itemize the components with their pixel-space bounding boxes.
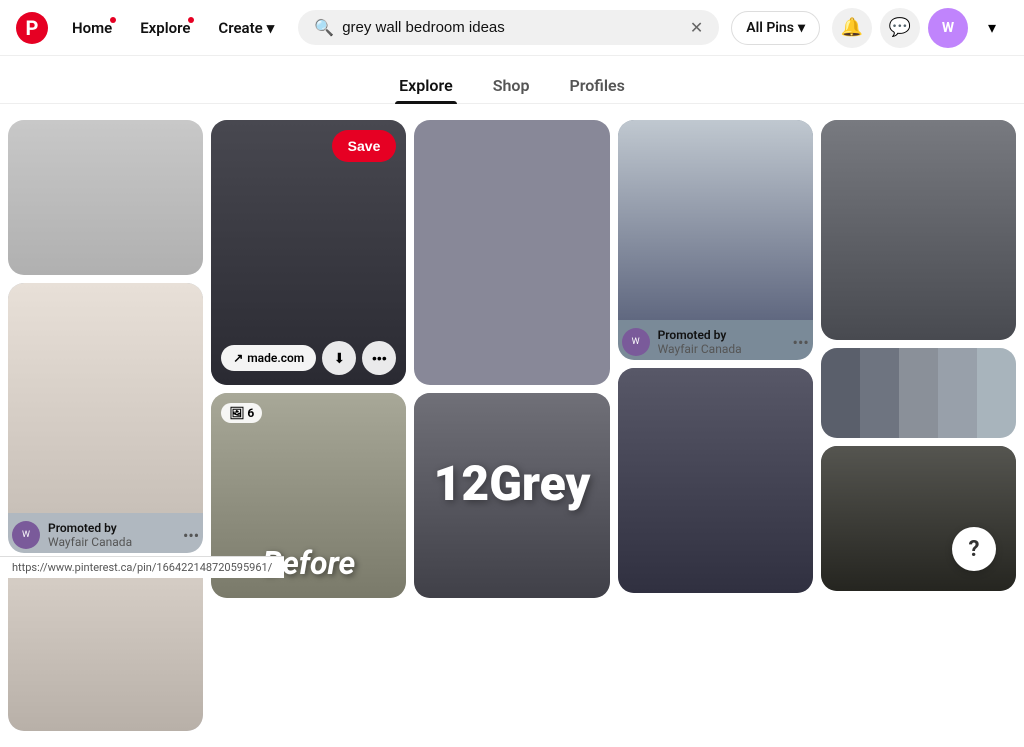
all-pins-dropdown[interactable]: All Pins ▾ xyxy=(731,11,820,45)
pin-card-swatches[interactable] xyxy=(821,348,1016,438)
search-bar: 🔍 ✕ xyxy=(298,10,719,45)
avatar-2: W xyxy=(622,328,650,356)
pin-meta: W Promoted by Wayfair Canada ••• xyxy=(8,513,203,553)
nav-links: Home Explore Create ▾ xyxy=(60,13,286,43)
tab-profiles[interactable]: Profiles xyxy=(565,68,628,103)
pin-card-light-1[interactable] xyxy=(414,120,609,385)
pin-meta-2: W Promoted by Wayfair Canada ••• xyxy=(618,320,813,360)
promoter-name: Wayfair Canada xyxy=(48,535,132,549)
chevron-down-icon: ▾ xyxy=(798,20,805,36)
pin-card[interactable] xyxy=(8,120,203,275)
search-tabs: Explore Shop Profiles xyxy=(0,56,1024,104)
url-text: https://www.pinterest.ca/pin/16642214872… xyxy=(12,561,272,574)
pin-bottom-bar: ↗ made.com ⬇ ••• xyxy=(221,341,396,375)
pinterest-logo[interactable]: P xyxy=(16,12,48,44)
pin-card-grey-text[interactable]: 12Grey xyxy=(414,393,609,598)
save-button[interactable]: Save xyxy=(332,130,397,162)
question-mark-badge: ? xyxy=(952,527,996,571)
source-domain: made.com xyxy=(247,351,304,365)
pin-source-link[interactable]: ↗ made.com xyxy=(221,345,316,371)
url-bar: https://www.pinterest.ca/pin/16642214872… xyxy=(0,556,284,578)
search-icon: 🔍 xyxy=(314,18,334,37)
pin-card-dark-2[interactable] xyxy=(618,368,813,593)
account-chevron-button[interactable]: ▾ xyxy=(976,12,1008,44)
pin-card-grey-room[interactable] xyxy=(821,120,1016,340)
image-count-badge: 🖼 6 xyxy=(221,403,262,423)
nav-explore[interactable]: Explore xyxy=(128,13,202,43)
nav-create[interactable]: Create ▾ xyxy=(206,13,286,43)
notifications-button[interactable]: 🔔 xyxy=(832,8,872,48)
tab-explore[interactable]: Explore xyxy=(395,68,457,103)
promoted-label-2: Promoted by xyxy=(658,328,742,342)
pin-card-promoted-1[interactable]: W Promoted by Wayfair Canada ••• xyxy=(8,283,203,553)
pin-card-dark-1[interactable]: Save ↗ made.com ⬇ ••• xyxy=(211,120,406,385)
promoter-name-2: Wayfair Canada xyxy=(658,342,742,356)
header-icons: 🔔 💬 W ▾ xyxy=(832,8,1008,48)
image-count: 6 xyxy=(247,406,254,420)
download-button[interactable]: ⬇ xyxy=(322,341,356,375)
image-count-icon: 🖼 xyxy=(229,406,244,420)
tab-shop[interactable]: Shop xyxy=(489,68,534,103)
avatar: W xyxy=(12,521,40,549)
explore-notification-dot xyxy=(188,17,194,23)
search-input[interactable] xyxy=(342,19,682,36)
pin-action-buttons: ⬇ ••• xyxy=(322,341,396,375)
external-link-icon: ↗ xyxy=(233,351,243,365)
more-button[interactable]: ••• xyxy=(362,341,396,375)
avatar-button[interactable]: W xyxy=(928,8,968,48)
more-options-button[interactable]: ••• xyxy=(183,526,199,545)
clear-search-button[interactable]: ✕ xyxy=(690,18,703,37)
pins-grid: W Promoted by Wayfair Canada ••• Save ↗ … xyxy=(0,104,1024,747)
chevron-down-icon: ▾ xyxy=(267,19,275,37)
more-options-button-2[interactable]: ••• xyxy=(793,333,809,352)
promoted-label: Promoted by xyxy=(48,521,132,535)
home-notification-dot xyxy=(110,17,116,23)
pin-card-3[interactable] xyxy=(8,561,203,731)
decorative-text: 12Grey xyxy=(414,455,609,512)
pin-card-promoted-2[interactable]: W Promoted by Wayfair Canada ••• xyxy=(618,120,813,360)
nav-home[interactable]: Home xyxy=(60,13,124,43)
messages-button[interactable]: 💬 xyxy=(880,8,920,48)
header: P Home Explore Create ▾ 🔍 ✕ All Pins ▾ 🔔… xyxy=(0,0,1024,56)
pin-card-question[interactable]: ? xyxy=(821,446,1016,591)
